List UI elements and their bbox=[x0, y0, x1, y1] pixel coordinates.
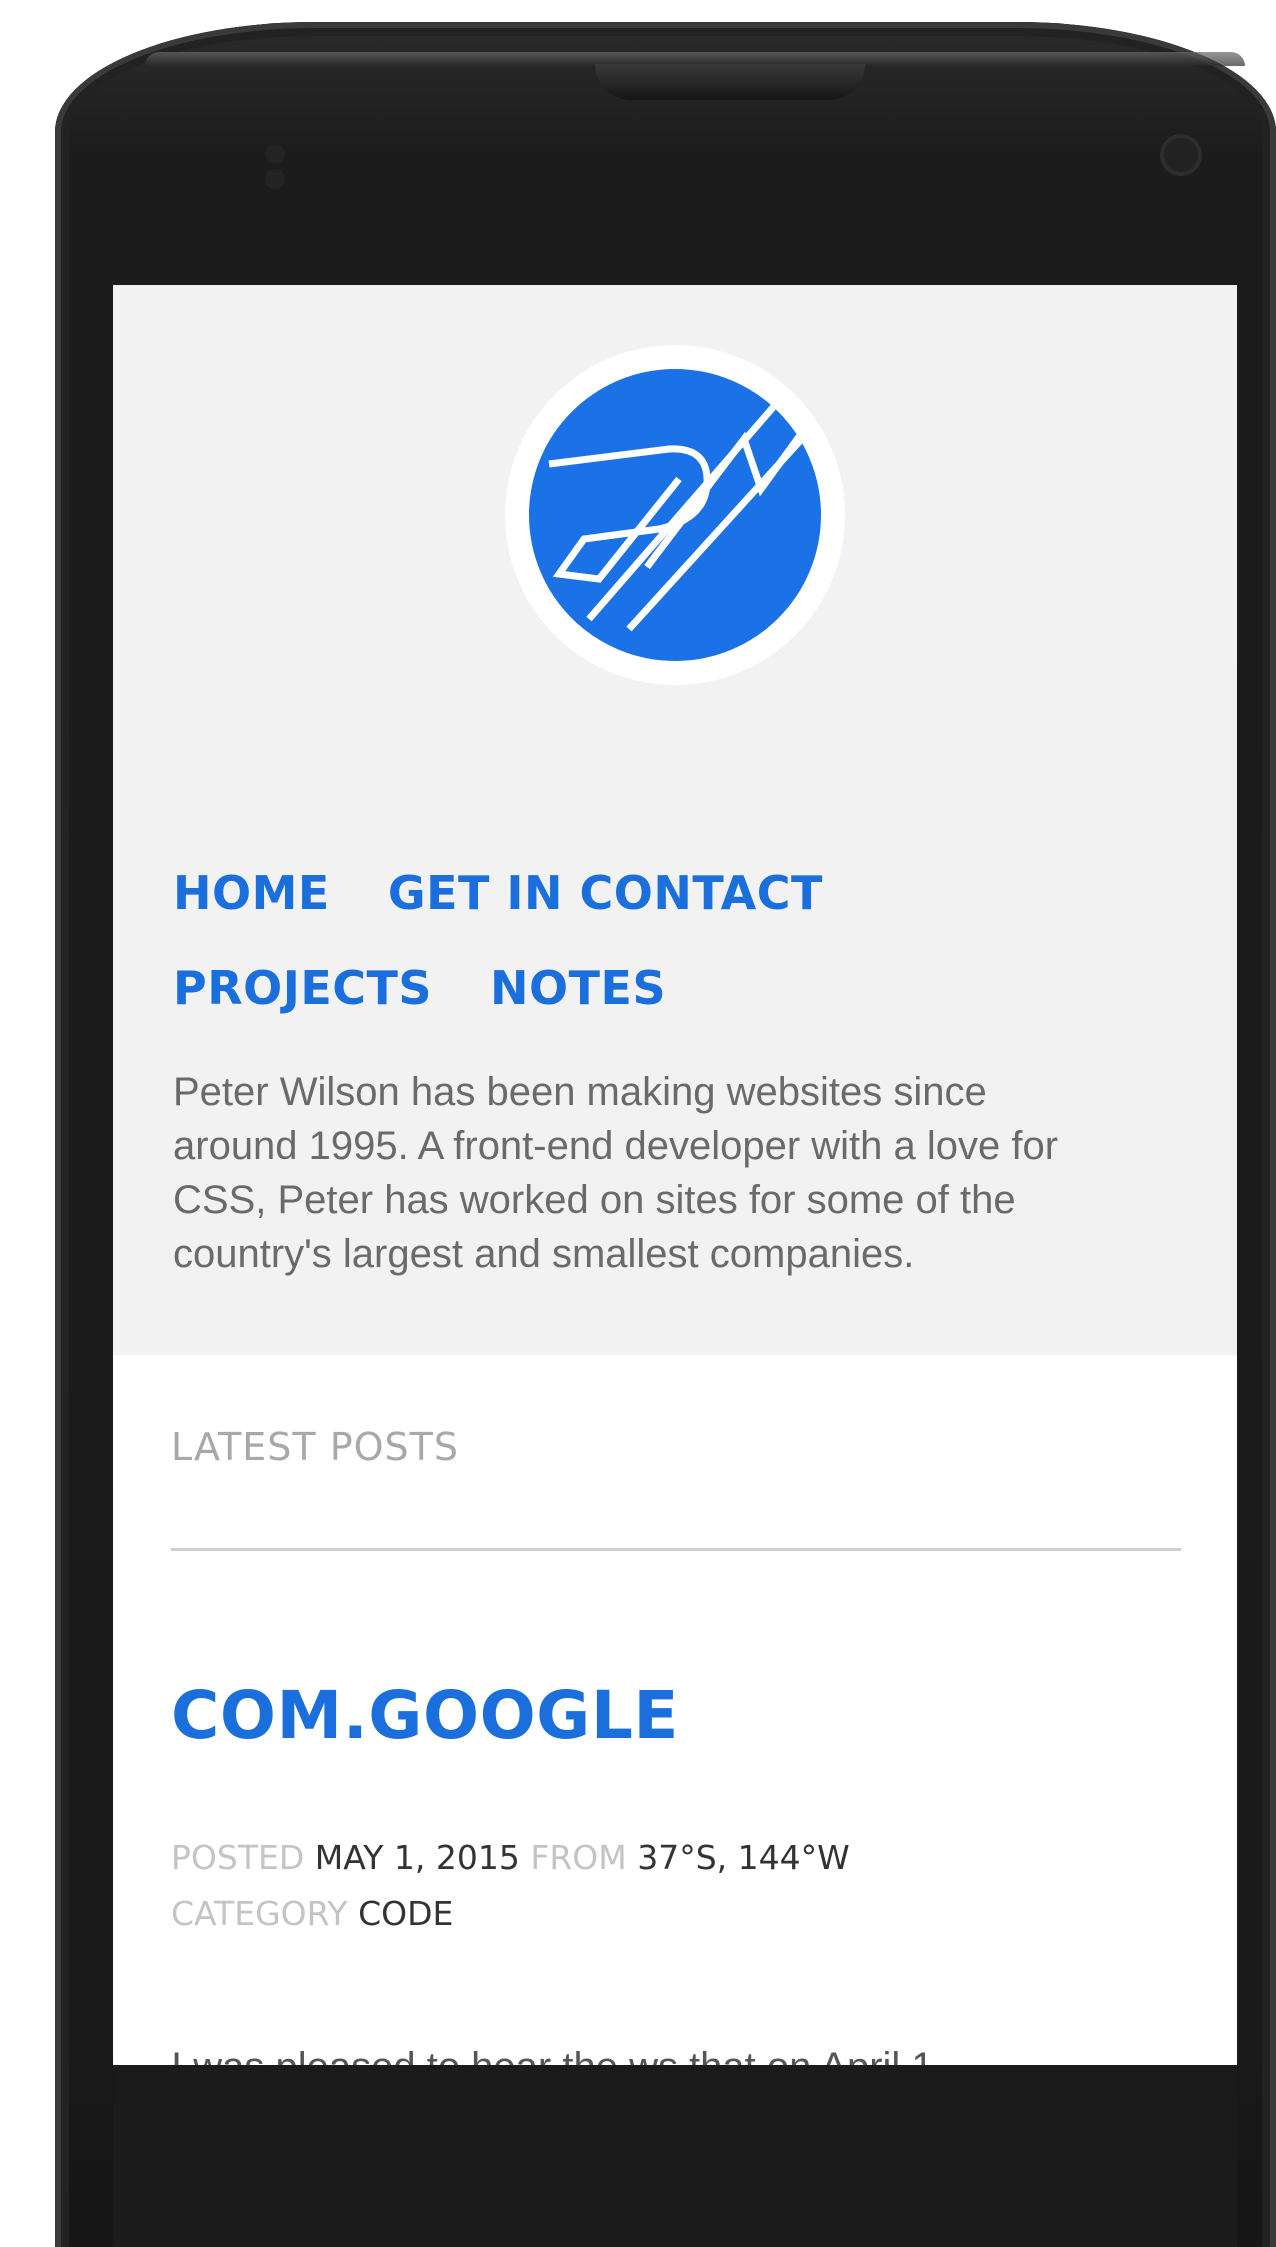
nav-link-notes[interactable]: NOTES bbox=[490, 961, 666, 1015]
section-divider bbox=[171, 1548, 1181, 1551]
phone-screen: HOME GET IN CONTACT PROJECTS NOTES Peter… bbox=[113, 285, 1237, 2065]
nav-link-get-in-contact[interactable]: GET IN CONTACT bbox=[388, 866, 823, 920]
post-title[interactable]: COM.GOOGLE bbox=[171, 1677, 679, 1754]
post-category[interactable]: CODE bbox=[358, 1894, 453, 1933]
main-nav: HOME GET IN CONTACT PROJECTS NOTES bbox=[173, 845, 1173, 1035]
site-header: HOME GET IN CONTACT PROJECTS NOTES Peter… bbox=[113, 285, 1237, 1355]
category-label: CATEGORY bbox=[171, 1894, 348, 1933]
intro-line: country's largest and smallest companies… bbox=[173, 1232, 915, 1276]
post-excerpt: I was pleased to hear the ws that on Apr… bbox=[171, 2045, 934, 2065]
intro-text: Peter Wilson has been making websites si… bbox=[173, 1065, 1183, 1281]
intro-line: around 1995. A front-end developer with … bbox=[173, 1124, 1059, 1168]
nav-link-home[interactable]: HOME bbox=[173, 866, 330, 920]
latest-posts-heading: LATEST POSTS bbox=[171, 1425, 460, 1469]
logo-monogram-icon bbox=[529, 369, 821, 661]
post-meta-line-1: POSTED MAY 1, 2015 FROM 37°S, 144°W bbox=[171, 1830, 850, 1886]
logo-svg bbox=[548, 386, 821, 632]
posted-label: POSTED bbox=[171, 1838, 305, 1877]
front-camera-icon bbox=[1160, 134, 1202, 176]
site-logo[interactable] bbox=[505, 345, 845, 685]
page: HOME GET IN CONTACT PROJECTS NOTES Peter… bbox=[0, 0, 1276, 2247]
intro-line: Peter Wilson has been making websites si… bbox=[173, 1070, 987, 1114]
phone-bottom-bezel bbox=[113, 2065, 1237, 2247]
nav-row-2: PROJECTS NOTES bbox=[173, 940, 1173, 1035]
phone-speaker bbox=[595, 64, 865, 100]
post-date: MAY 1, 2015 bbox=[314, 1838, 520, 1877]
intro-line: CSS, Peter has worked on sites for some … bbox=[173, 1178, 1016, 1222]
nav-row-1: HOME GET IN CONTACT bbox=[173, 845, 1173, 940]
nav-link-projects[interactable]: PROJECTS bbox=[173, 961, 432, 1015]
post-location: 37°S, 144°W bbox=[637, 1838, 850, 1877]
from-label: FROM bbox=[530, 1838, 627, 1877]
post-meta: POSTED MAY 1, 2015 FROM 37°S, 144°W CATE… bbox=[171, 1830, 850, 1942]
phone-sensors bbox=[265, 144, 325, 189]
post-meta-line-2: CATEGORY CODE bbox=[171, 1886, 850, 1942]
